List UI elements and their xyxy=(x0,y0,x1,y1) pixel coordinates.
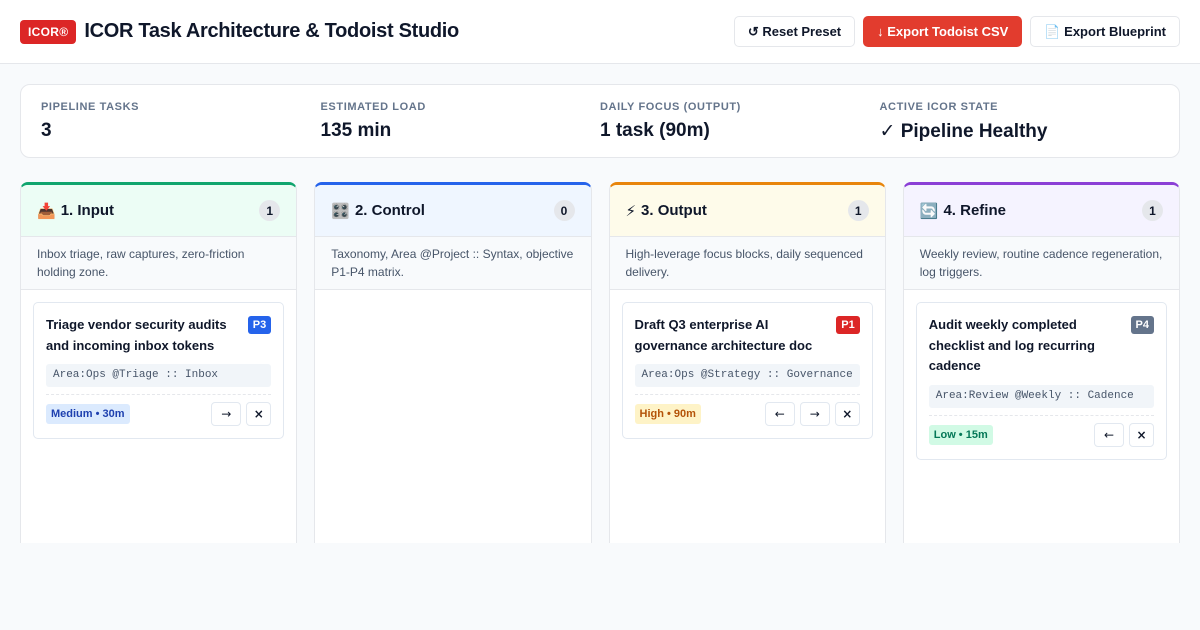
export-todoist-csv-button[interactable]: ↓ Export Todoist CSV xyxy=(863,16,1023,47)
card-header: Triage vendor security audits and incomi… xyxy=(46,315,272,356)
task-card[interactable]: Draft Q3 enterprise AI governance archit… xyxy=(621,302,873,439)
column-body: Triage vendor security audits and incomi… xyxy=(21,290,296,451)
effort-badge: Medium • 30m xyxy=(46,404,130,424)
column-title: 🔄 4. Refine xyxy=(920,202,1006,220)
task-syntax: Area:Ops @Strategy :: Governance xyxy=(634,364,860,387)
column-title: 🎛️ 2. Control xyxy=(331,202,425,220)
refresh-cycle-icon: 🔄 xyxy=(919,202,939,220)
brand: ICOR® ICOR Task Architecture & Todoist S… xyxy=(20,19,459,44)
inbox-tray-icon: 📥 xyxy=(37,202,56,220)
task-card[interactable]: Audit weekly completed checklist and log… xyxy=(915,302,1167,460)
column-title: 📥 1. Input xyxy=(37,202,114,220)
delete-task-button[interactable]: × xyxy=(246,402,272,426)
card-actions: ← → × xyxy=(764,402,860,426)
column-input: 📥 1. Input 1 Inbox triage, raw captures,… xyxy=(20,182,298,543)
column-count-badge: 1 xyxy=(1142,200,1163,221)
column-description: High-leverage focus blocks, daily sequen… xyxy=(609,237,885,290)
task-title: Triage vendor security audits and incomi… xyxy=(46,317,227,353)
column-count-badge: 1 xyxy=(259,200,281,221)
stat-label: Pipeline Tasks xyxy=(41,101,140,113)
column-description: Taxonomy, Area @Project :: Syntax, objec… xyxy=(315,237,591,290)
column-header: ⚡ 3. Output 1 xyxy=(609,185,885,237)
column-header: 📥 1. Input 1 xyxy=(21,185,297,237)
card-footer: High • 90m ← → × xyxy=(634,394,860,426)
move-left-button[interactable]: ← xyxy=(1094,422,1124,447)
column-control: 🎛️ 2. Control 0 Taxonomy, Area @Project … xyxy=(314,182,592,543)
priority-badge: P4 xyxy=(1130,316,1154,334)
column-description: Weekly review, routine cadence regenerat… xyxy=(903,237,1179,290)
stat-value: ✓ Pipeline Healthy xyxy=(879,121,1048,142)
priority-badge: P3 xyxy=(247,316,272,334)
task-syntax: Area:Ops @Triage :: Inbox xyxy=(46,364,272,387)
stat-estimated-load: Estimated Load 135 min xyxy=(321,85,601,157)
column-refine: 🔄 4. Refine 1 Weekly review, routine cad… xyxy=(902,182,1180,543)
app-logo: ICOR® xyxy=(20,19,77,44)
header-actions: ↺ Reset Preset ↓ Export Todoist CSV 📄 Ex… xyxy=(733,16,1180,47)
column-body[interactable] xyxy=(315,290,590,314)
stat-pipeline-tasks: Pipeline Tasks 3 xyxy=(41,85,321,157)
column-title-label: 2. Control xyxy=(354,202,425,219)
stat-value: 3 xyxy=(41,120,52,141)
task-syntax: Area:Review @Weekly :: Cadence xyxy=(928,384,1154,408)
stat-icor-state: Active ICOR State ✓ Pipeline Healthy xyxy=(880,85,1160,157)
card-header: Draft Q3 enterprise AI governance archit… xyxy=(635,315,860,356)
delete-task-button[interactable]: × xyxy=(834,402,860,426)
effort-badge: Low • 15m xyxy=(928,424,993,445)
reset-preset-button[interactable]: ↺ Reset Preset xyxy=(733,16,856,47)
app-header: ICOR® ICOR Task Architecture & Todoist S… xyxy=(0,0,1200,64)
stat-value: 135 min xyxy=(320,120,392,141)
column-header: 🔄 4. Refine 1 xyxy=(903,185,1179,237)
column-body: Draft Q3 enterprise AI governance archit… xyxy=(610,290,885,451)
priority-badge: P1 xyxy=(836,316,860,334)
move-right-button[interactable]: → xyxy=(211,402,242,426)
column-title-label: 3. Output xyxy=(641,202,707,219)
task-card[interactable]: Triage vendor security audits and incomi… xyxy=(33,302,285,439)
control-knobs-icon: 🎛️ xyxy=(331,202,350,220)
task-title: Audit weekly completed checklist and log… xyxy=(928,317,1095,373)
column-title-label: 1. Input xyxy=(60,202,115,219)
column-count-badge: 0 xyxy=(553,200,575,221)
stat-label: Estimated Load xyxy=(320,101,426,113)
stat-label: Daily Focus (Output) xyxy=(600,101,741,113)
column-title-label: 4. Refine xyxy=(943,202,1006,219)
stats-panel: Pipeline Tasks 3 Estimated Load 135 min … xyxy=(20,84,1180,158)
task-title: Draft Q3 enterprise AI governance archit… xyxy=(634,317,813,353)
card-header: Audit weekly completed checklist and log… xyxy=(929,315,1154,377)
app-title: ICOR Task Architecture & Todoist Studio xyxy=(84,20,459,42)
export-blueprint-button[interactable]: 📄 Export Blueprint xyxy=(1030,16,1180,47)
column-title: ⚡ 3. Output xyxy=(626,202,707,220)
card-actions: → × xyxy=(211,402,272,426)
column-description: Inbox triage, raw captures, zero-frictio… xyxy=(21,237,297,290)
column-count-badge: 1 xyxy=(847,200,869,221)
lightning-icon: ⚡ xyxy=(625,202,637,220)
card-footer: Medium • 30m → × xyxy=(46,394,272,426)
move-right-button[interactable]: → xyxy=(799,402,830,426)
column-header: 🎛️ 2. Control 0 xyxy=(315,185,591,237)
stat-value: 1 task (90m) xyxy=(600,120,710,141)
kanban-board: 📥 1. Input 1 Inbox triage, raw captures,… xyxy=(20,182,1180,543)
card-actions: ← × xyxy=(1094,422,1154,447)
delete-task-button[interactable]: × xyxy=(1129,422,1154,447)
column-body: Audit weekly completed checklist and log… xyxy=(904,290,1179,472)
move-left-button[interactable]: ← xyxy=(764,402,795,426)
effort-badge: High • 90m xyxy=(634,404,701,424)
column-output: ⚡ 3. Output 1 High-leverage focus blocks… xyxy=(608,182,886,543)
stat-label: Active ICOR State xyxy=(879,101,999,113)
stat-daily-focus: Daily Focus (Output) 1 task (90m) xyxy=(600,85,880,157)
card-footer: Low • 15m ← × xyxy=(928,414,1154,447)
